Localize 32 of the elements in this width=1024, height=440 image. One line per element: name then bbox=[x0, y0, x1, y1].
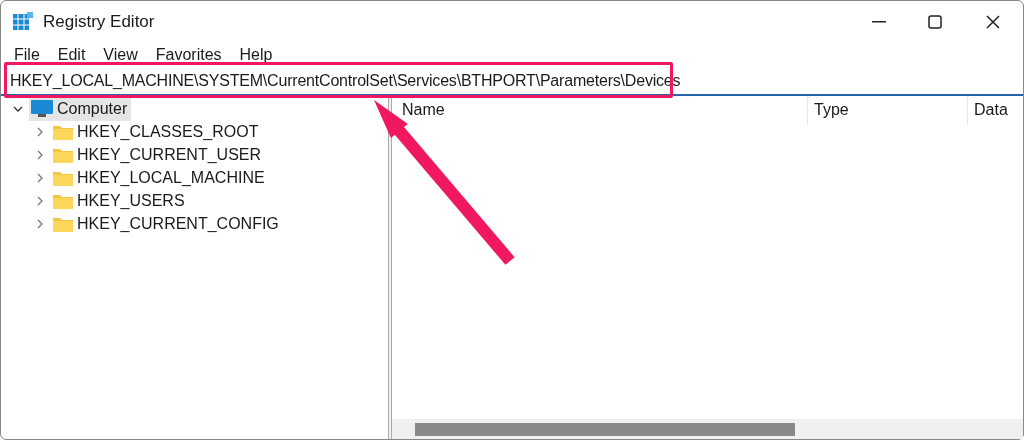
scrollbar-thumb[interactable] bbox=[415, 422, 795, 436]
tree-item[interactable]: HKEY_LOCAL_MACHINE bbox=[51, 165, 269, 190]
chevron-right-icon[interactable] bbox=[35, 149, 45, 160]
column-header[interactable]: Name bbox=[402, 98, 445, 122]
maximize-icon bbox=[928, 15, 942, 29]
tree-item[interactable]: HKEY_CLASSES_ROOT bbox=[51, 119, 263, 144]
menu-item[interactable]: Favorites bbox=[146, 43, 231, 67]
menu-item[interactable]: Help bbox=[230, 43, 282, 67]
menu-item[interactable]: View bbox=[94, 43, 147, 67]
tree-item[interactable]: Computer bbox=[29, 96, 132, 121]
minimize-icon bbox=[872, 21, 886, 23]
menu-item[interactable]: File bbox=[5, 43, 49, 67]
app-icon bbox=[13, 12, 33, 32]
tree-item[interactable]: HKEY_CURRENT_USER bbox=[51, 142, 266, 167]
close-icon bbox=[986, 15, 1000, 29]
column-header[interactable]: Type bbox=[814, 98, 849, 122]
column-header[interactable]: Data bbox=[974, 98, 1008, 122]
tree-item[interactable]: HKEY_USERS bbox=[51, 188, 189, 213]
chevron-right-icon[interactable] bbox=[35, 218, 45, 229]
chevron-right-icon[interactable] bbox=[35, 126, 45, 137]
folder-icon bbox=[53, 146, 73, 163]
horizontal-scrollbar[interactable] bbox=[392, 419, 1023, 439]
folder-icon bbox=[53, 169, 73, 186]
chevron-right-icon[interactable] bbox=[35, 172, 45, 183]
folder-icon bbox=[53, 215, 73, 232]
window-title: Registry Editor bbox=[43, 11, 155, 34]
tree-item[interactable]: HKEY_CURRENT_CONFIG bbox=[51, 211, 283, 236]
menu-item[interactable]: Edit bbox=[48, 43, 95, 67]
folder-icon bbox=[53, 192, 73, 209]
chevron-right-icon[interactable] bbox=[35, 195, 45, 206]
monitor-icon bbox=[31, 99, 53, 118]
folder-icon bbox=[53, 123, 73, 140]
